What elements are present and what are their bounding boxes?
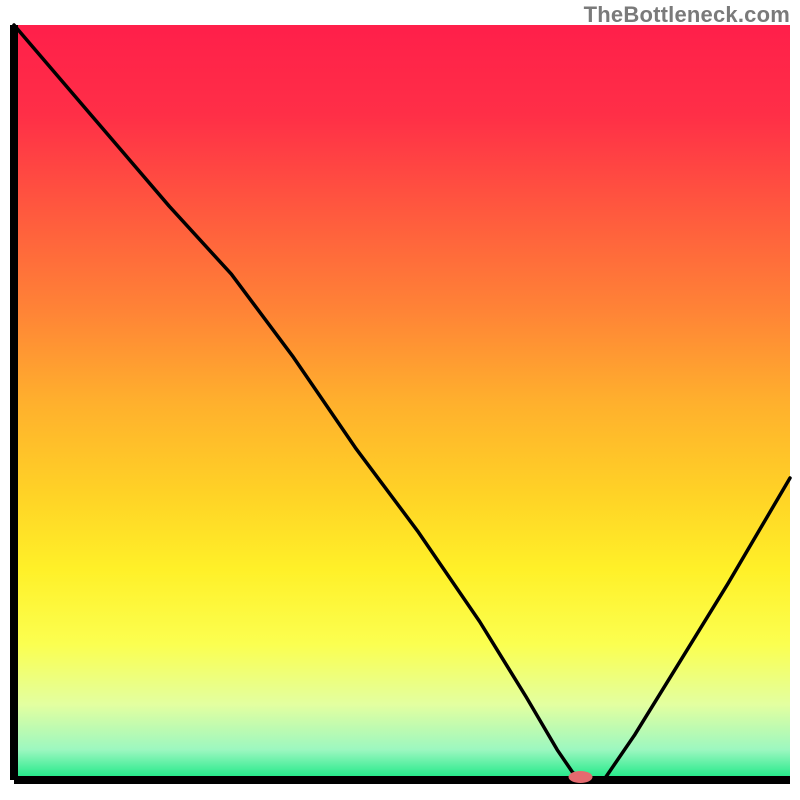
- min-marker: [569, 771, 593, 783]
- watermark-text: TheBottleneck.com: [584, 2, 790, 28]
- bottleneck-chart: [0, 0, 800, 800]
- chart-background: [14, 25, 790, 780]
